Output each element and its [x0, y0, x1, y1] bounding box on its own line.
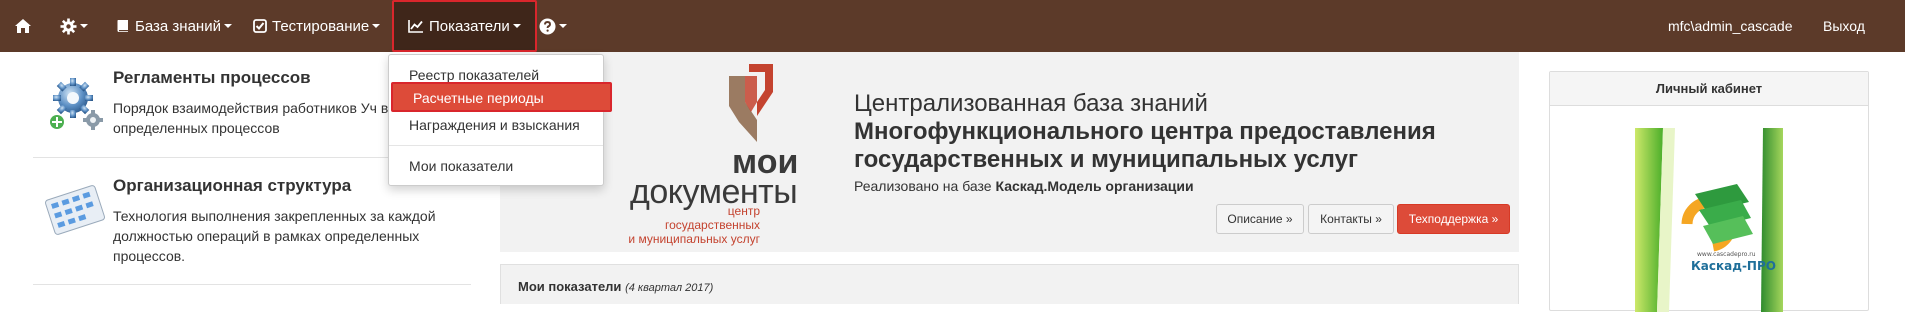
chevron-down-icon: [80, 24, 88, 28]
cascade-pro-logo-icon: www.cascadepro.ru Каскад-ПРО: [1635, 128, 1783, 312]
nav-knowledge-base-label: База знаний: [135, 17, 221, 35]
moi-dokumenty-emblem-icon: [729, 64, 773, 142]
implementation-prefix: Реализовано на базе: [854, 178, 992, 194]
panel-title-text: Мои показатели: [518, 279, 622, 294]
current-user-link[interactable]: mfc\admin_cascade: [1668, 0, 1793, 52]
panel-period: (4 квартал 2017): [625, 282, 714, 294]
personal-cabinet-panel: Личный кабинет www.cascadepro.ru Каскад-…: [1549, 71, 1869, 312]
chevron-down-icon: [372, 24, 381, 28]
gear-icon: [60, 18, 77, 34]
panel-title: Мои показатели (4 квартал 2017): [518, 279, 713, 294]
implementation-platform: Каскад.Модель организации: [995, 178, 1194, 194]
book-icon: [117, 19, 128, 32]
menu-item-rewards-penalties[interactable]: Награждения и взыскания: [389, 112, 603, 138]
logo-subtitle: центр государственных и муниципальных ус…: [580, 204, 760, 246]
home-button[interactable]: [14, 0, 34, 52]
nav-testing[interactable]: Тестирование: [253, 0, 381, 52]
nav-knowledge-base[interactable]: База знаний: [116, 0, 232, 52]
nav-testing-label: Тестирование: [272, 17, 370, 35]
contacts-button[interactable]: Контакты »: [1308, 204, 1394, 234]
home-icon: [15, 19, 31, 33]
gears-icon: [50, 78, 103, 130]
logo-name-text: Каскад-ПРО: [1691, 259, 1776, 273]
indicators-dropdown-menu: Реестр показателей Расчетные периоды Наг…: [388, 54, 612, 186]
cabinet-title: Личный кабинет: [1550, 72, 1868, 106]
chevron-down-icon: [512, 24, 521, 28]
menu-divider: [389, 145, 603, 146]
question-circle-icon: [539, 18, 556, 34]
section-org-structure[interactable]: Организационная структура Технология вып…: [33, 172, 471, 272]
org-structure-icon: [44, 185, 106, 235]
logo-subtitle-line: и муниципальных услуг: [628, 232, 760, 246]
logo-subtitle-line: центр: [727, 204, 760, 218]
support-button[interactable]: Техподдержка »: [1397, 204, 1510, 234]
help-menu[interactable]: [539, 0, 567, 52]
description-button[interactable]: Описание »: [1216, 204, 1304, 234]
logout-link[interactable]: Выход: [1823, 0, 1865, 52]
top-navbar: База знаний Тестирование Показатели mfc\…: [0, 0, 1905, 52]
logo-subtitle-line: государственных: [664, 218, 760, 232]
my-indicators-panel: Мои показатели (4 квартал 2017): [500, 264, 1519, 304]
logo-url-text: www.cascadepro.ru: [1697, 251, 1756, 258]
section-title: Регламенты процессов: [113, 68, 311, 87]
knowledge-base-banner: мои документы центр государственных и му…: [500, 52, 1519, 252]
section-title: Организационная структура: [113, 176, 352, 195]
banner-title: Централизованная база знаний: [854, 90, 1208, 117]
cascade-pro-logo[interactable]: www.cascadepro.ru Каскад-ПРО: [1635, 128, 1783, 312]
chevron-down-icon: [223, 24, 232, 28]
nav-indicators[interactable]: Показатели: [392, 0, 537, 52]
nav-indicators-label: Показатели: [429, 17, 510, 35]
menu-item-my-indicators[interactable]: Мои показатели: [389, 153, 603, 179]
settings-menu[interactable]: [60, 0, 88, 52]
section-description: Технология выполнения закрепленных за ка…: [113, 208, 436, 264]
chevron-down-icon: [559, 24, 567, 28]
line-chart-icon: [408, 20, 423, 33]
check-square-icon: [253, 19, 267, 33]
section-divider: [33, 284, 471, 285]
banner-subtitle: Многофункционального центра предоставлен…: [854, 118, 1436, 173]
implementation-note: Реализовано на базе Каскад.Модель органи…: [854, 178, 1194, 194]
menu-item-calculation-periods[interactable]: Расчетные периоды: [391, 82, 612, 112]
